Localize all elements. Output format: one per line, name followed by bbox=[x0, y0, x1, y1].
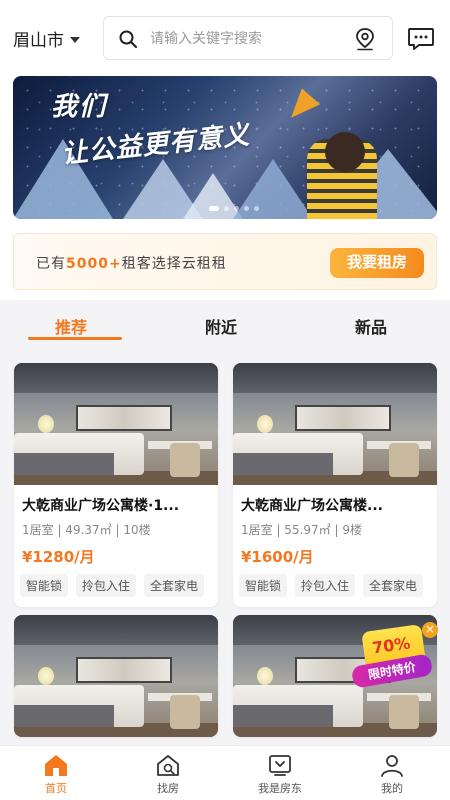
flash-sale-float-ad[interactable]: 70% 限时特价 × bbox=[350, 622, 438, 694]
listing-tag: 全套家电 bbox=[144, 574, 205, 597]
listing-price: ¥1280/月 bbox=[22, 548, 95, 566]
house-search-icon bbox=[157, 755, 179, 776]
header: 眉山市 bbox=[0, 14, 450, 62]
nav-item-find-house[interactable]: 找房 bbox=[128, 752, 208, 796]
tab-new[interactable]: 新品 bbox=[355, 314, 387, 338]
promo-prefix: 已有 bbox=[36, 256, 66, 272]
listing-meta: 1居室 | 55.97㎡ | 9楼 bbox=[241, 523, 362, 537]
carousel-dots bbox=[209, 206, 259, 211]
promo-banner[interactable]: 我们 让公益更有意义 bbox=[13, 76, 437, 219]
nav-item-home[interactable]: 首页 bbox=[16, 752, 96, 796]
nav-label: 找房 bbox=[157, 782, 179, 795]
listing-title: 大乾商业广场公寓楼... bbox=[241, 498, 383, 514]
listing-photo bbox=[14, 363, 218, 485]
listing-price: ¥1600/月 bbox=[241, 548, 314, 566]
landlord-icon bbox=[269, 755, 291, 776]
child-head-illustration bbox=[325, 132, 365, 172]
promo-suffix: 租客选择云租租 bbox=[121, 256, 227, 272]
listing-card[interactable] bbox=[14, 615, 218, 737]
nav-label: 首页 bbox=[45, 782, 67, 795]
listing-tag: 拎包入住 bbox=[295, 574, 356, 597]
location-pin-icon[interactable] bbox=[354, 27, 376, 51]
nav-label: 我的 bbox=[381, 782, 403, 795]
listing-photo bbox=[233, 363, 437, 485]
tab-nearby[interactable]: 附近 bbox=[205, 314, 237, 338]
banner-slogan-line1: 我们 bbox=[51, 92, 108, 122]
listing-tags: 智能锁 拎包入住 全套家电 bbox=[239, 574, 429, 597]
caret-down-icon bbox=[70, 36, 80, 43]
bottom-nav: 首页 找房 我是房东 我的 bbox=[0, 745, 450, 800]
carousel-dot[interactable] bbox=[254, 206, 259, 211]
listing-card[interactable]: 大乾商业广场公寓楼... 1居室 | 55.97㎡ | 9楼 ¥1600/月 智… bbox=[233, 363, 437, 607]
search-input[interactable] bbox=[150, 27, 346, 51]
user-icon bbox=[381, 755, 403, 777]
listing-tag: 拎包入住 bbox=[76, 574, 137, 597]
listing-tags: 智能锁 拎包入住 全套家电 bbox=[20, 574, 210, 597]
promo-highlight: 5000+ bbox=[66, 256, 122, 272]
listing-tag: 智能锁 bbox=[20, 574, 69, 597]
close-icon[interactable]: × bbox=[422, 622, 438, 638]
promo-text: 已有5000+租客选择云租租 bbox=[36, 253, 227, 273]
nav-label: 我是房东 bbox=[258, 782, 302, 795]
listing-tag: 全套家电 bbox=[363, 574, 424, 597]
top-section: 眉山市 我们 让公益更有意义 bbox=[0, 0, 450, 300]
nav-item-landlord[interactable]: 我是房东 bbox=[240, 752, 320, 796]
city-selector[interactable]: 眉山市 bbox=[13, 26, 80, 51]
listing-title: 大乾商业广场公寓楼·1... bbox=[22, 498, 180, 514]
rent-button[interactable]: 我要租房 bbox=[330, 248, 424, 278]
carousel-dot[interactable] bbox=[244, 206, 249, 211]
search-icon bbox=[119, 30, 138, 49]
listing-tag: 智能锁 bbox=[239, 574, 288, 597]
carousel-dot[interactable] bbox=[224, 206, 229, 211]
home-icon bbox=[45, 755, 67, 776]
category-tabs: 推荐 附近 新品 bbox=[0, 310, 450, 350]
active-tab-indicator bbox=[28, 337, 122, 340]
tab-recommended[interactable]: 推荐 bbox=[55, 314, 87, 338]
message-icon[interactable] bbox=[407, 26, 435, 52]
search-box[interactable] bbox=[103, 16, 393, 60]
listing-meta: 1居室 | 49.37㎡ | 10楼 bbox=[22, 523, 151, 537]
tenant-promo-strip: 已有5000+租客选择云租租 我要租房 bbox=[13, 233, 437, 290]
carousel-dot[interactable] bbox=[209, 206, 219, 211]
nav-item-mine[interactable]: 我的 bbox=[352, 752, 432, 796]
listing-card[interactable]: 大乾商业广场公寓楼·1... 1居室 | 49.37㎡ | 10楼 ¥1280/… bbox=[14, 363, 218, 607]
city-label: 眉山市 bbox=[13, 31, 64, 51]
carousel-dot[interactable] bbox=[234, 206, 239, 211]
listing-photo bbox=[14, 615, 218, 737]
